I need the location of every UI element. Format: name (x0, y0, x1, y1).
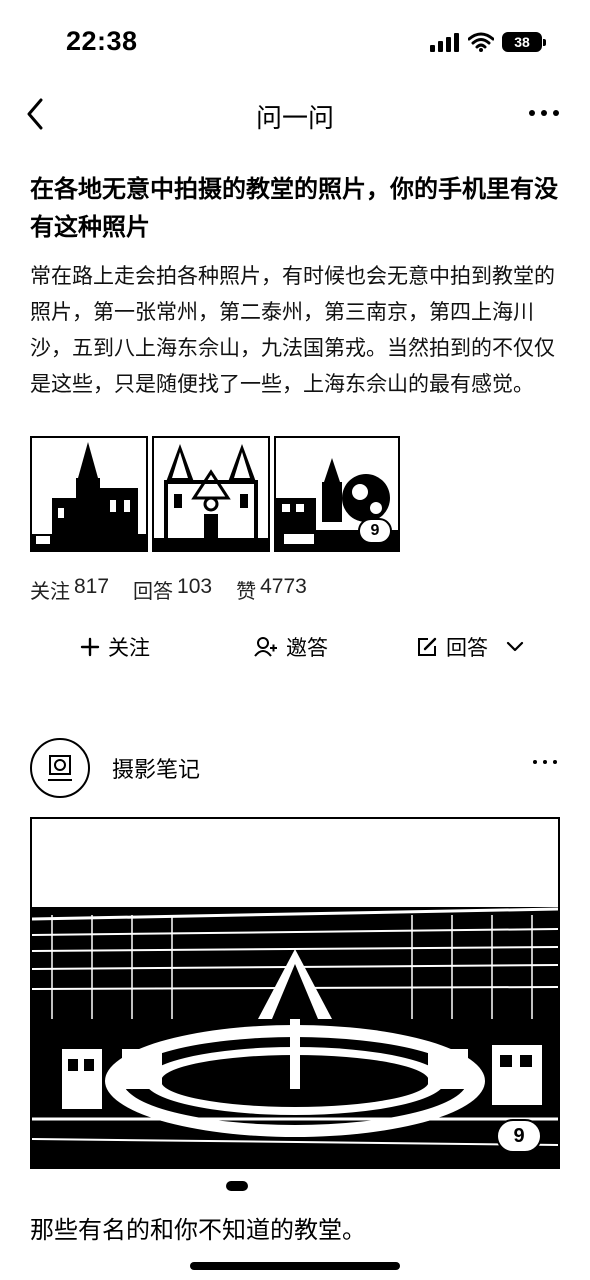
answer-button-label: 回答 (446, 636, 488, 660)
cityscape-photo (32, 819, 558, 1167)
question-body[interactable]: 常在路上走会拍各种照片，有时候也会无意中拍到教堂的照片，第一张常州，第二泰州，第… (30, 258, 566, 402)
follow-button-label: 关注 (108, 636, 150, 660)
plus-icon (80, 637, 100, 657)
like-stat: 赞 4773 (236, 575, 307, 604)
more-icon[interactable] (524, 98, 564, 128)
question-image-3[interactable]: 9 (274, 436, 400, 552)
question-actions: 关注 邀答 回答 (0, 624, 590, 672)
battery-level: 38 (514, 34, 530, 50)
author-name[interactable]: 摄影笔记 (112, 752, 200, 784)
status-bar: 22:38 38 (0, 0, 590, 90)
home-indicator[interactable] (190, 1262, 400, 1270)
invite-button-label: 邀答 (286, 636, 328, 660)
like-label: 赞 (236, 579, 257, 603)
avatar[interactable] (30, 738, 90, 798)
user-invite-icon (254, 637, 277, 657)
status-icons: 38 (430, 32, 546, 52)
answer-text[interactable]: 那些有名的和你不知道的教堂。 (30, 1210, 366, 1245)
question-image-2[interactable] (152, 436, 270, 552)
edit-icon (418, 637, 437, 656)
question-image-1[interactable] (30, 436, 148, 552)
battery-icon: 38 (502, 32, 546, 52)
answer-stat: 回答 103 (133, 575, 212, 604)
follow-button[interactable]: 关注 (80, 632, 150, 662)
church-photo-1 (32, 438, 146, 550)
answer-count: 103 (177, 575, 213, 598)
like-count: 4773 (260, 575, 307, 598)
question-stats: 关注 817 回答 103 赞 4773 (30, 575, 307, 604)
chevron-down-icon[interactable] (506, 640, 524, 654)
avatar-logo-icon (48, 755, 72, 781)
answer-label: 回答 (133, 579, 174, 603)
page-title: 问一问 (255, 104, 334, 134)
invite-button[interactable]: 邀答 (254, 632, 328, 662)
answer-author-row: 摄影笔记 (30, 738, 560, 798)
image-count-badge: 9 (358, 518, 392, 544)
follow-stat: 关注 817 (30, 575, 109, 604)
status-time: 22:38 (66, 26, 138, 56)
image-count-badge: 9 (496, 1119, 542, 1153)
more-icon[interactable] (530, 752, 560, 772)
follow-label: 关注 (30, 579, 70, 603)
answer-image[interactable]: 9 (30, 817, 560, 1169)
question-title[interactable]: 在各地无意中拍摄的教堂的照片，你的手机里有没有这种照片 (30, 170, 560, 246)
signal-icon (430, 33, 459, 52)
pager-indicator (226, 1181, 248, 1191)
church-photo-2 (154, 438, 268, 550)
wifi-icon (468, 32, 494, 52)
nav-bar: 问一问 (0, 90, 590, 142)
answer-button[interactable]: 回答 (416, 632, 524, 662)
question-image-row: 9 (30, 436, 400, 552)
follow-count: 817 (74, 575, 110, 598)
